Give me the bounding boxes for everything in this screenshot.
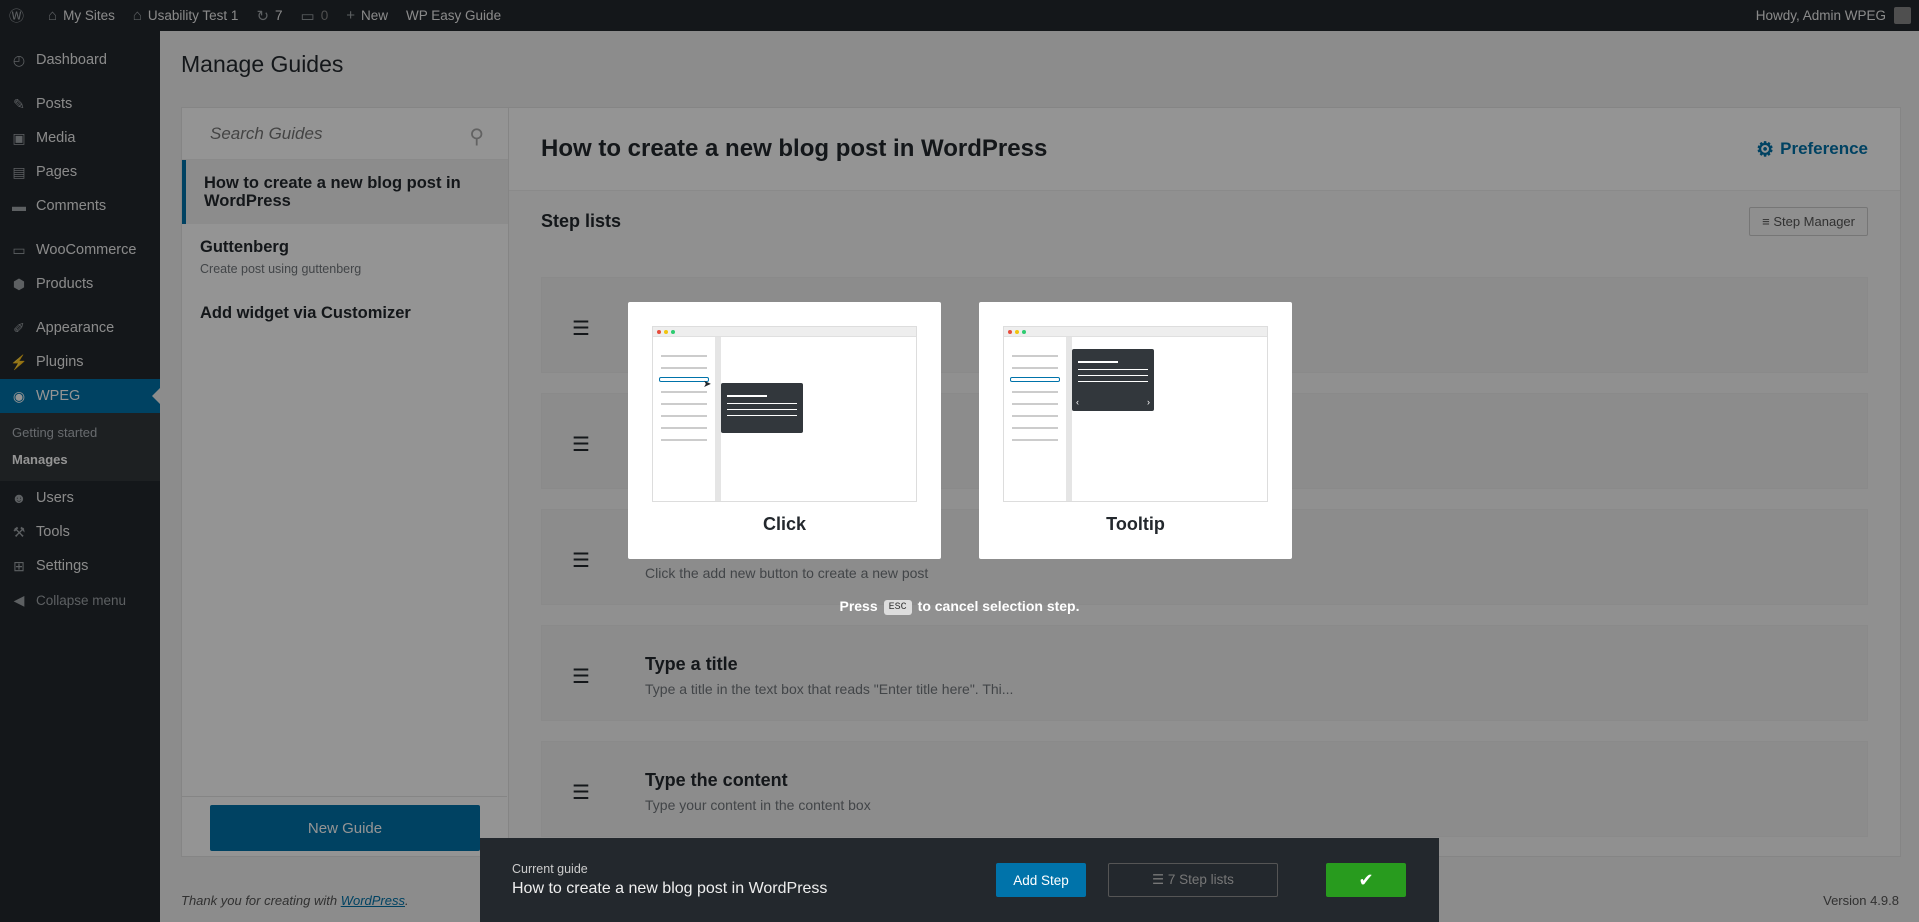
checkmark-icon: ✔ <box>1358 869 1374 890</box>
chevron-right-icon: › <box>1147 397 1150 407</box>
tooltip-preview-illustration: ‹ › <box>1003 326 1268 502</box>
step-type-overlay[interactable]: ➤ Click ‹ › Tooltip Press ESC to cancel … <box>0 0 1919 922</box>
step-lists-label: 7 Step lists <box>1167 872 1234 887</box>
step-lists-button[interactable]: ☰ 7 Step lists <box>1108 863 1278 897</box>
tooltip-option-label: Tooltip <box>1106 514 1165 534</box>
esc-key-badge: ESC <box>883 599 912 615</box>
tooltip-step-option[interactable]: ‹ › Tooltip <box>979 302 1292 559</box>
click-step-option[interactable]: ➤ Click <box>628 302 941 559</box>
popup-preview <box>721 383 803 433</box>
tooltip-preview: ‹ › <box>1072 349 1154 411</box>
current-guide-title: How to create a new blog post in WordPre… <box>512 880 828 897</box>
chevron-left-icon: ‹ <box>1076 397 1079 407</box>
cursor-icon: ➤ <box>703 379 712 390</box>
esc-press-label: Press <box>839 598 878 614</box>
click-option-label: Click <box>762 514 807 534</box>
esc-cancel-hint: Press ESC to cancel selection step. <box>0 598 1919 615</box>
current-guide-label: Current guide <box>512 862 588 876</box>
add-step-button[interactable]: Add Step <box>996 863 1086 897</box>
click-preview-illustration: ➤ <box>652 326 917 502</box>
esc-rest-label: to cancel selection step. <box>917 598 1080 614</box>
confirm-button[interactable]: ✔ <box>1326 863 1406 897</box>
guide-bottom-bar: Current guide How to create a new blog p… <box>480 838 1439 922</box>
list-icon: ☰ <box>1152 872 1168 887</box>
